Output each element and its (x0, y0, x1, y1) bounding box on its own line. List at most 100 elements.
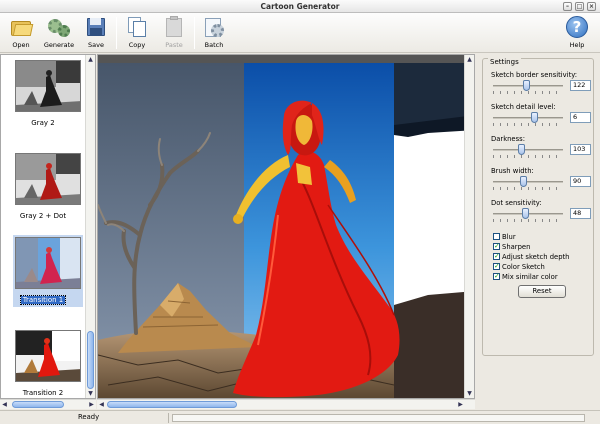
checkbox-box[interactable]: ✓ (493, 242, 500, 250)
slider-track[interactable] (493, 149, 563, 151)
floppy-disk-icon (84, 15, 108, 39)
window-controls: – □ × (563, 2, 596, 11)
sketch-border-sensitivity-label: Sketch border sensitivity: (491, 71, 578, 79)
generate-label: Generate (43, 41, 75, 49)
scroll-down-arrow-icon[interactable]: ▼ (465, 389, 474, 398)
preset-thumbnail-gray-2[interactable] (15, 60, 81, 112)
save-button[interactable]: Save (79, 15, 113, 49)
slider-ticks (493, 187, 563, 190)
copy-button[interactable]: Copy (120, 15, 154, 49)
darkness-slider[interactable] (518, 144, 526, 155)
batch-label: Batch (204, 41, 224, 49)
slider-field: Brush width: 90 (491, 167, 591, 190)
help-icon: ? (565, 15, 589, 39)
preset-thumbnail-transition-2[interactable] (15, 330, 81, 382)
slider-field: Sketch detail level: 6 (491, 103, 591, 126)
sharpen-label: Sharpen (502, 243, 531, 251)
scroll-left-arrow-icon[interactable]: ◀ (0, 400, 9, 409)
scroll-down-arrow-icon[interactable]: ▼ (86, 389, 95, 398)
batch-button[interactable]: Batch (197, 15, 231, 49)
minimize-button[interactable]: – (563, 2, 572, 11)
preset-label[interactable]: Gray 2 (1, 119, 85, 127)
status-bar: Ready (0, 410, 600, 424)
scrollbar-thumb[interactable] (87, 331, 94, 389)
sketch-detail-level-label: Sketch detail level: (491, 103, 556, 111)
folder-open-icon (9, 15, 34, 39)
slider-track[interactable] (493, 117, 563, 119)
canvas-vertical-scrollbar[interactable]: ▲ ▼ (464, 55, 474, 398)
paste-button[interactable]: Paste (157, 15, 191, 49)
mix-similar-color-label: Mix similar color (502, 273, 558, 281)
preset-label[interactable]: Gray 2 + Dot (1, 212, 85, 220)
scroll-up-arrow-icon[interactable]: ▲ (86, 55, 95, 64)
color-sketch-checkbox[interactable]: ✓ Color Sketch (493, 262, 545, 272)
image-canvas[interactable]: ▲ ▼ (97, 54, 475, 399)
scrollbar-thumb[interactable] (12, 401, 64, 408)
scroll-right-arrow-icon[interactable]: ▶ (87, 400, 96, 409)
preset-thumbnail-gray-2-dot[interactable] (15, 153, 81, 205)
help-button[interactable]: ? Help (560, 15, 594, 49)
canvas-horizontal-scrollbar[interactable]: ◀ ▶ (97, 399, 475, 409)
dot-sensitivity-slider[interactable] (521, 208, 529, 219)
brush-width-label: Brush width: (491, 167, 534, 175)
open-button[interactable]: Open (4, 15, 38, 49)
darkness-input[interactable]: 103 (570, 144, 591, 155)
slider-field: Dot sensitivity: 48 (491, 199, 591, 222)
sketch-detail-level-input[interactable]: 6 (570, 112, 591, 123)
color-sketch-label: Color Sketch (502, 263, 545, 271)
scroll-right-arrow-icon[interactable]: ▶ (456, 400, 465, 409)
gears-icon (47, 15, 71, 39)
preset-thumbnail-transition-1[interactable] (15, 237, 81, 289)
slider-field: Sketch border sensitivity: 122 (491, 71, 591, 94)
preset-list-horizontal-scrollbar[interactable]: ◀ ▶ (0, 399, 96, 409)
slider-ticks (493, 123, 563, 126)
copy-icon (125, 15, 149, 39)
toolbar-separator (194, 17, 195, 49)
slider-track[interactable] (493, 181, 563, 183)
settings-title: Settings (488, 58, 521, 66)
sketch-border-sensitivity-slider[interactable] (523, 80, 531, 91)
checkbox-box[interactable]: ✓ (493, 252, 500, 260)
slider-ticks (493, 91, 563, 94)
mix-similar-color-checkbox[interactable]: ✓ Mix similar color (493, 272, 558, 282)
help-label: Help (569, 41, 585, 49)
preset-label[interactable]: Transition 2 (1, 389, 85, 397)
sharpen-checkbox[interactable]: ✓ Sharpen (493, 242, 531, 252)
blur-label: Blur (502, 233, 516, 241)
checkbox-box[interactable]: ✓ (493, 272, 500, 280)
generate-button[interactable]: Generate (42, 15, 76, 49)
settings-group: Settings Sketch border sensitivity: 122 … (482, 58, 594, 356)
reset-button[interactable]: Reset (518, 285, 566, 298)
toolbar-separator (116, 17, 117, 49)
maximize-button[interactable]: □ (575, 2, 584, 11)
scroll-left-arrow-icon[interactable]: ◀ (97, 400, 106, 409)
preset-image (16, 238, 80, 288)
adjust-sketch-depth-label: Adjust sketch depth (502, 253, 570, 261)
slider-ticks (493, 219, 563, 222)
checkbox-box[interactable]: ✓ (493, 262, 500, 270)
brush-width-slider[interactable] (520, 176, 528, 187)
dot-sensitivity-input[interactable]: 48 (570, 208, 591, 219)
close-button[interactable]: × (587, 2, 596, 11)
preset-image (16, 331, 80, 381)
batch-icon (202, 15, 226, 39)
scroll-up-arrow-icon[interactable]: ▲ (465, 55, 474, 64)
clipboard-icon (162, 15, 186, 39)
preset-label[interactable]: Transition 1 (1, 295, 85, 305)
sketch-detail-level-slider[interactable] (530, 112, 538, 123)
scrollbar-thumb[interactable] (107, 401, 237, 408)
status-text: Ready (78, 413, 100, 421)
brush-width-input[interactable]: 90 (570, 176, 591, 187)
adjust-sketch-depth-checkbox[interactable]: ✓ Adjust sketch depth (493, 252, 570, 262)
slider-field: Darkness: 103 (491, 135, 591, 158)
preset-list-vertical-scrollbar[interactable]: ▲ ▼ (85, 55, 95, 398)
status-separator (168, 413, 169, 423)
darkness-label: Darkness: (491, 135, 525, 143)
preset-list: Gray 2 Gray 2 + Dot Transition 1 Transit… (0, 54, 96, 399)
preset-image (16, 61, 80, 111)
blur-checkbox[interactable]: Blur (493, 232, 516, 242)
toolbar: Open Generate Save Copy Paste Batch ? He… (0, 13, 600, 53)
sketch-border-sensitivity-input[interactable]: 122 (570, 80, 591, 91)
copy-label: Copy (128, 41, 146, 49)
checkbox-box[interactable] (493, 232, 500, 240)
